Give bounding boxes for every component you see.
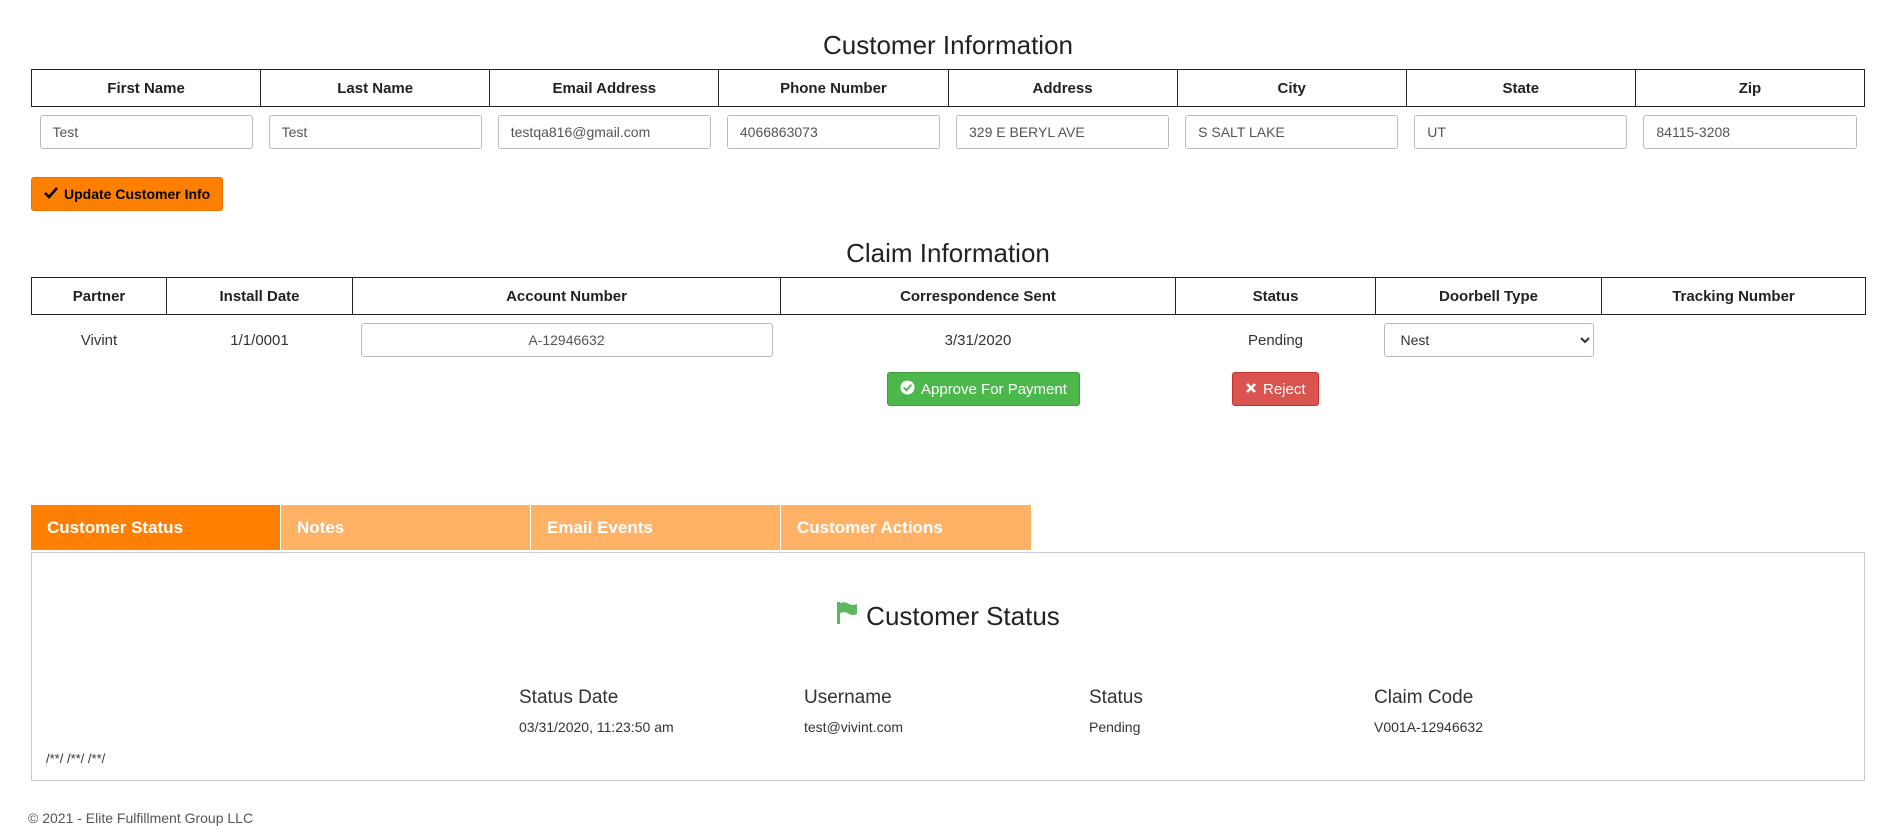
zip-input[interactable] xyxy=(1643,115,1857,149)
state-input[interactable] xyxy=(1414,115,1628,149)
col-email: Email Address xyxy=(489,69,720,107)
customer-status-title: Customer Status xyxy=(866,601,1060,631)
correspondence-sent-value: 3/31/2020 xyxy=(944,331,1012,349)
col-last-name: Last Name xyxy=(260,69,491,107)
col-tracking-number: Tracking Number xyxy=(1601,277,1866,315)
claim-code-label: Claim Code xyxy=(1374,687,1474,708)
customer-tabs: Customer Status Notes Email Events Custo… xyxy=(31,505,1031,550)
page-footer: © 2021 - Elite Fulfillment Group LLC xyxy=(28,810,254,826)
col-correspondence-sent: Correspondence Sent xyxy=(780,277,1176,315)
claim-info-table: Partner Install Date Account Number Corr… xyxy=(31,277,1866,365)
email-input[interactable] xyxy=(497,115,711,149)
approve-for-payment-label: Approve For Payment xyxy=(921,380,1067,398)
col-city: City xyxy=(1176,69,1407,107)
username-label: Username xyxy=(804,687,892,708)
account-number-input[interactable] xyxy=(360,323,773,357)
last-name-input[interactable] xyxy=(268,115,482,149)
partner-value: Vivint xyxy=(80,331,118,349)
col-first-name: First Name xyxy=(30,69,262,107)
check-icon xyxy=(44,186,58,202)
update-customer-info-label: Update Customer Info xyxy=(64,186,211,202)
doorbell-type-select[interactable]: Nest xyxy=(1383,323,1594,357)
reject-button[interactable]: Reject xyxy=(1232,372,1319,406)
customer-status-heading: Customer Status xyxy=(32,601,1864,632)
panel-footnote: /**/ /**/ /**/ xyxy=(46,751,106,766)
city-input[interactable] xyxy=(1185,115,1399,149)
tab-customer-actions[interactable]: Customer Actions xyxy=(781,505,1031,550)
col-status: Status xyxy=(1175,277,1376,315)
tab-customer-status[interactable]: Customer Status xyxy=(31,505,281,550)
status-value: Pending xyxy=(1089,719,1141,735)
col-account-number: Account Number xyxy=(352,277,781,315)
claim-info-title: Claim Information xyxy=(846,238,1050,268)
install-date-value: 1/1/0001 xyxy=(230,331,289,349)
close-icon xyxy=(1245,381,1257,398)
first-name-input[interactable] xyxy=(39,115,253,149)
col-phone: Phone Number xyxy=(718,69,949,107)
col-install-date: Install Date xyxy=(166,277,353,315)
address-input[interactable] xyxy=(956,115,1170,149)
phone-input[interactable] xyxy=(726,115,940,149)
update-customer-info-button[interactable]: Update Customer Info xyxy=(31,177,224,211)
reject-label: Reject xyxy=(1263,380,1306,398)
status-date-value: 03/31/2020, 11:23:50 am xyxy=(519,719,674,735)
flag-icon xyxy=(836,601,858,632)
customer-status-details: Status Date 03/31/2020, 11:23:50 am User… xyxy=(519,687,1659,735)
col-partner: Partner xyxy=(31,277,167,315)
tab-notes[interactable]: Notes xyxy=(281,505,531,550)
customer-info-table: First Name Last Name Email Address Phone… xyxy=(30,69,1866,157)
col-state: State xyxy=(1405,69,1636,107)
claim-code-value: V001A-12946632 xyxy=(1374,719,1483,735)
status-date-label: Status Date xyxy=(519,687,619,708)
col-address: Address xyxy=(947,69,1178,107)
status-label: Status xyxy=(1089,687,1143,708)
customer-status-panel: Customer Status Status Date 03/31/2020, … xyxy=(31,552,1865,781)
claim-status-value: Pending xyxy=(1247,331,1304,349)
col-zip: Zip xyxy=(1634,69,1866,107)
col-doorbell-type: Doorbell Type xyxy=(1375,277,1602,315)
tracking-number-value xyxy=(1602,315,1866,366)
customer-info-title: Customer Information xyxy=(823,30,1073,60)
tab-email-events[interactable]: Email Events xyxy=(531,505,781,550)
username-value: test@vivint.com xyxy=(804,719,904,735)
approve-for-payment-button[interactable]: Approve For Payment xyxy=(887,372,1080,406)
check-circle-icon xyxy=(900,379,915,399)
